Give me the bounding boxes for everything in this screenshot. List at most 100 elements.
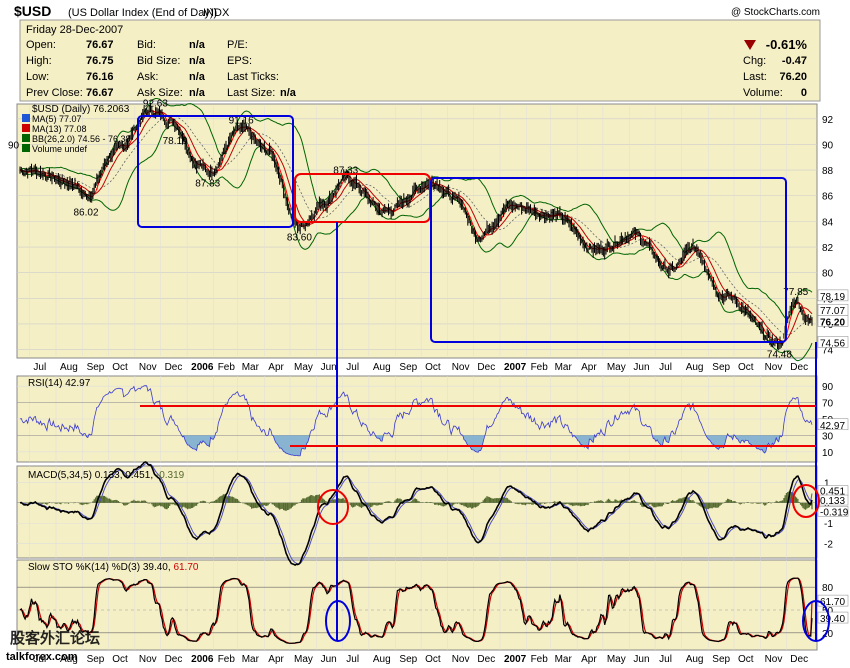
open-label: Open: bbox=[26, 39, 56, 51]
rsi-right-label: 42.97 bbox=[820, 421, 845, 432]
chg-label: Chg: bbox=[743, 55, 766, 67]
x-axis-label: Jun bbox=[321, 362, 337, 373]
x-axis-label: Oct bbox=[112, 654, 128, 665]
price-annotation: 87.83 bbox=[195, 178, 220, 189]
x-axis-label: Dec bbox=[165, 362, 183, 373]
x-axis-label: Nov bbox=[765, 654, 783, 665]
x-axis-label: Jul bbox=[33, 362, 46, 373]
x-axis-label: Feb bbox=[218, 362, 236, 373]
x-axis-label: Oct bbox=[738, 654, 754, 665]
pe-label: P/E: bbox=[227, 39, 248, 51]
legend-swatch-ma5 bbox=[22, 114, 30, 122]
x-axis-label: Aug bbox=[686, 654, 704, 665]
x-axis-label: Jul bbox=[659, 362, 672, 373]
sto-title-prefix: Slow STO %K(14) %D(3) bbox=[28, 562, 143, 573]
price-annotation: 87.33 bbox=[333, 166, 358, 177]
last-size-label: Last Size: bbox=[227, 87, 275, 99]
macd-y-tick: -2 bbox=[824, 540, 833, 551]
x-axis-label: Feb bbox=[531, 362, 549, 373]
price-annotation: 86.02 bbox=[73, 207, 98, 218]
rsi-y-tick: 10 bbox=[822, 448, 834, 459]
legend-volume: Volume undef bbox=[32, 144, 88, 154]
quote-date: Friday 28-Dec-2007 bbox=[26, 24, 123, 36]
sto-value-d: 61.70 bbox=[173, 562, 198, 573]
sto-panel bbox=[16, 559, 818, 651]
x-axis-label: May bbox=[294, 654, 313, 665]
last-ticks-label: Last Ticks: bbox=[227, 71, 279, 83]
x-axis-label: Nov bbox=[452, 654, 470, 665]
change-percent: -0.61% bbox=[766, 37, 808, 52]
price-y-tick: 84 bbox=[822, 217, 834, 228]
x-axis-label: Feb bbox=[531, 654, 549, 665]
price-y-tick: 80 bbox=[822, 269, 834, 280]
x-axis-label: Oct bbox=[425, 362, 441, 373]
x-axis-label: Aug bbox=[60, 362, 78, 373]
sto-value-k: 39.40 bbox=[143, 562, 168, 573]
last-label: Last: bbox=[743, 71, 767, 83]
ask-size-value: n/a bbox=[189, 87, 206, 99]
x-axis-label: Feb bbox=[218, 654, 236, 665]
ask-label: Ask: bbox=[137, 71, 158, 83]
sto-title: Slow STO %K(14) %D(3) 39.40, 61.70 bbox=[28, 562, 199, 573]
prev-close-value: 76.67 bbox=[86, 87, 114, 99]
x-axis-label: Sep bbox=[87, 362, 105, 373]
x-axis-label: 2006 bbox=[191, 654, 214, 665]
x-axis-label: May bbox=[607, 654, 626, 665]
x-axis-label: Mar bbox=[242, 654, 260, 665]
stock-chart: $USD (US Dollar Index (End of Day)) INDX… bbox=[6, 3, 849, 665]
x-axis-label: Sep bbox=[712, 654, 730, 665]
low-label: Low: bbox=[26, 71, 49, 83]
prev-close-label: Prev Close: bbox=[26, 87, 83, 99]
legend-ma13: MA(13) 77.08 bbox=[32, 124, 87, 134]
copyright-text: @ StockCharts.com bbox=[731, 7, 820, 18]
macd-value-3: -0.319 bbox=[156, 470, 185, 481]
x-axis-label: Sep bbox=[399, 362, 417, 373]
bid-size-value: n/a bbox=[189, 55, 206, 67]
price-right-label: 76.20 bbox=[820, 317, 845, 328]
x-axis-label: Aug bbox=[373, 362, 391, 373]
x-axis-label: Apr bbox=[581, 362, 597, 373]
chg-value: -0.47 bbox=[782, 55, 807, 67]
price-y-tick: 92 bbox=[822, 115, 834, 126]
x-axis-label: Sep bbox=[399, 654, 417, 665]
x-axis-label: Dec bbox=[477, 654, 495, 665]
x-axis-label: Dec bbox=[790, 362, 808, 373]
x-axis-label: Oct bbox=[425, 654, 441, 665]
x-axis-label: Nov bbox=[139, 654, 157, 665]
x-axis-label: Apr bbox=[268, 654, 284, 665]
x-axis-label: 2007 bbox=[504, 654, 527, 665]
ask-size-label: Ask Size: bbox=[137, 87, 183, 99]
volume-value: 0 bbox=[801, 87, 807, 99]
x-axis-label: May bbox=[607, 362, 626, 373]
x-axis-label: Mar bbox=[555, 654, 573, 665]
macd-title: MACD(5,34,5) 0.133, 0.451, -0.319 bbox=[28, 470, 185, 481]
price-right-label: 78.19 bbox=[820, 292, 845, 303]
rsi-y-tick: 30 bbox=[822, 431, 834, 442]
x-axis-label: 2006 bbox=[191, 362, 214, 373]
macd-value-1: 0.133 bbox=[95, 470, 120, 481]
x-axis-label: Apr bbox=[268, 362, 284, 373]
rsi-y-tick: 90 bbox=[822, 382, 834, 393]
price-left-tick: 90 bbox=[8, 140, 20, 151]
x-axis-label: Apr bbox=[581, 654, 597, 665]
x-axis-label: Jun bbox=[633, 362, 649, 373]
sto-y-tick: 80 bbox=[822, 583, 834, 594]
price-annotation: 92.63 bbox=[143, 99, 168, 110]
chart-exchange: INDX bbox=[203, 7, 230, 19]
legend-swatch-ma13 bbox=[22, 124, 30, 132]
x-axis-label: Oct bbox=[738, 362, 754, 373]
price-y-tick: 82 bbox=[822, 243, 834, 254]
ask-value: n/a bbox=[189, 71, 206, 83]
bid-value: n/a bbox=[189, 39, 206, 51]
rsi-title: RSI(14) 42.97 bbox=[28, 378, 91, 389]
price-annotation: 91.16 bbox=[229, 116, 254, 127]
x-axis-label: Mar bbox=[242, 362, 260, 373]
rsi-y-tick: 70 bbox=[822, 399, 834, 410]
x-axis-label: Nov bbox=[765, 362, 783, 373]
chart-name: (US Dollar Index (End of Day)) bbox=[68, 7, 217, 19]
legend-swatch-bb bbox=[22, 134, 30, 142]
open-value: 76.67 bbox=[86, 39, 114, 51]
bid-label: Bid: bbox=[137, 39, 156, 51]
x-axis-label: Dec bbox=[790, 654, 808, 665]
low-value: 76.16 bbox=[86, 71, 114, 83]
